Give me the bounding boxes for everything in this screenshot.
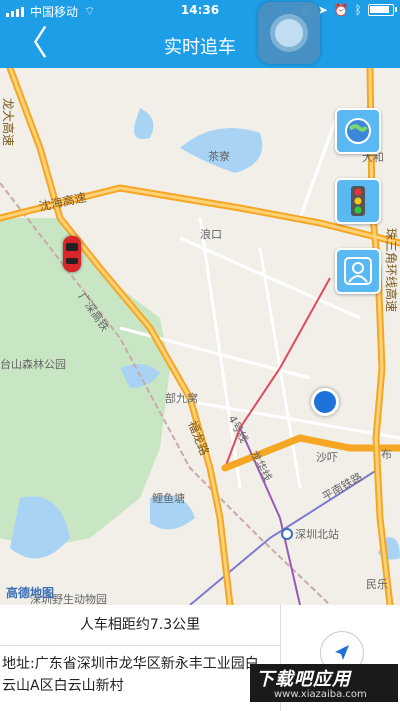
person-icon[interactable]: [335, 248, 381, 294]
place-label: 民乐: [366, 578, 388, 591]
address-label: 地址:广东省深圳市龙华区新永丰工业园白云山A区白云山新村: [2, 656, 259, 694]
my-location-marker: [311, 388, 339, 416]
station-label: 深圳北站: [295, 527, 339, 541]
bluetooth-icon: ᛒ: [354, 3, 362, 17]
battery-icon: [368, 4, 397, 16]
watermark-url: www.xiazaiba.com: [274, 689, 367, 700]
rail-label: 平南铁路: [320, 470, 365, 503]
road-label: 福龙路: [185, 419, 212, 458]
park-label: 台山森林公园: [0, 357, 66, 371]
place-label: 茶寮: [208, 149, 230, 163]
road-label: 沈海高速: [38, 189, 88, 214]
place-label: 沙吓: [316, 451, 338, 464]
status-bar: 中国移动 ⌔ 14:36 ◎ ➤ ⏰ ᛒ: [0, 0, 400, 22]
place-label: 鲤鱼塘: [152, 491, 185, 505]
place-label: 布: [381, 448, 392, 461]
map-logo: 高德地图: [6, 586, 55, 600]
assistive-touch-button[interactable]: [258, 2, 320, 64]
road-label: 珠三角环线高速: [384, 228, 399, 312]
road-label: 龙大高速: [1, 98, 16, 146]
globe-icon[interactable]: [335, 108, 381, 154]
lake: [134, 108, 154, 139]
header-bar: 中国移动 ⌔ 14:36 ◎ ➤ ⏰ ᛒ 〈 实时追车: [0, 0, 400, 68]
station-icon: [281, 528, 293, 540]
place-label: 浪口: [200, 227, 222, 241]
page-title: 实时追车: [164, 37, 236, 58]
watermark-title: 下载吧应用: [256, 669, 351, 690]
car-marker[interactable]: [63, 236, 81, 272]
alarm-icon: ⏰: [333, 3, 349, 17]
distance-label: 人车相距约7.3公里: [0, 605, 280, 646]
watermark: 下载吧应用 www.xiazaiba.com: [250, 664, 398, 702]
navigation-bar: 〈 实时追车: [0, 22, 400, 68]
map-view[interactable]: 龙大高速 沈海高速 茶寮 大和 浪口 珠三角环线高速 广深高铁 台山森林公园 部…: [0, 68, 400, 605]
traffic-light-icon[interactable]: [335, 178, 381, 224]
place-label: 部九窝: [165, 391, 198, 405]
